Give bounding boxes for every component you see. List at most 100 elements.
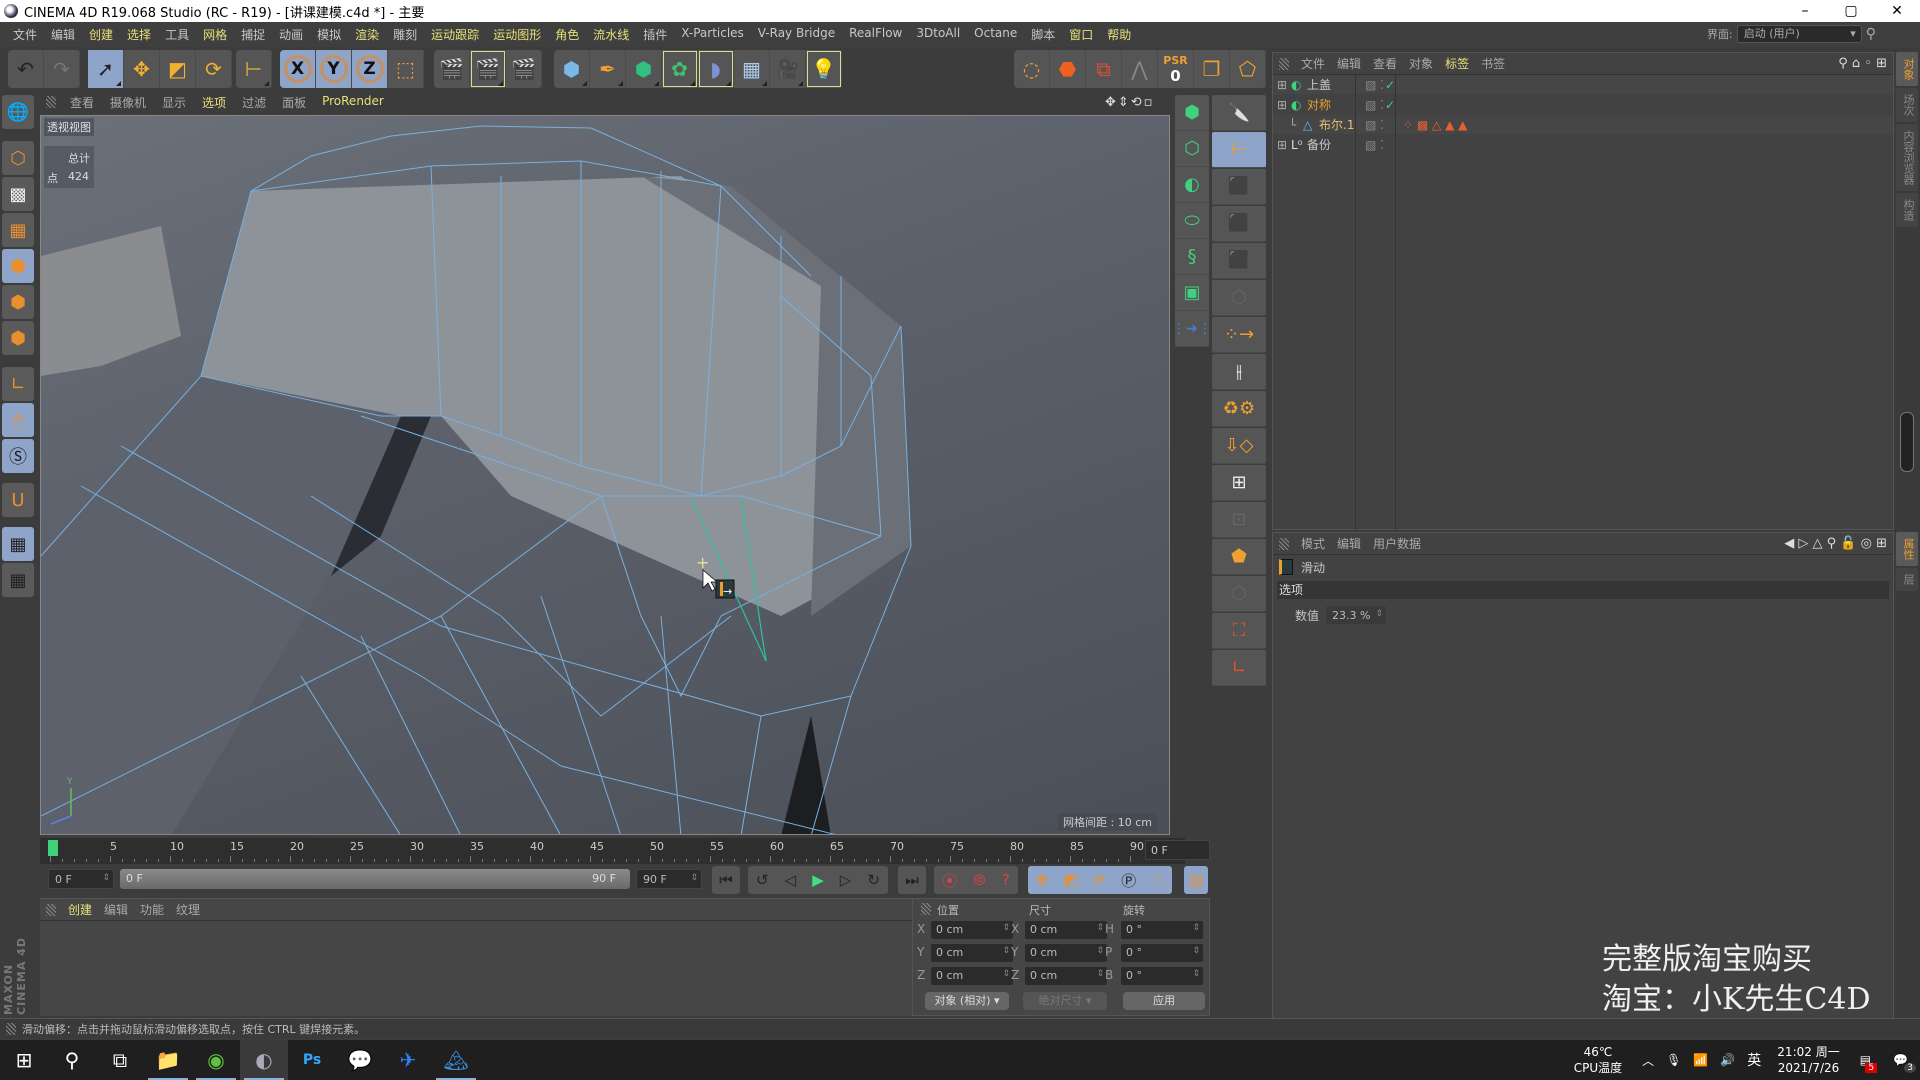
tag-icons[interactable]: ⁘ ▩ △ ▲ ▲ [1403,118,1467,132]
menu-item-19[interactable]: 3DtoAll [909,26,967,43]
search-icon[interactable]: ⚲ [1866,26,1876,42]
render-view-button[interactable]: 🎬 [434,50,470,88]
value-param-field[interactable]: 23.3 % [1325,605,1388,625]
cloner-button[interactable]: ✿ [662,50,698,88]
coord-field-v2[interactable]: 0 cm [1025,967,1107,985]
start-button[interactable]: ⊞ [0,1040,48,1080]
polygons-mode-button[interactable]: ⬢ [2,321,34,355]
cube-object-button[interactable]: ⬢ [554,50,590,88]
dissolve-disabled-button[interactable]: ⬡ [1212,576,1266,612]
microphone-icon[interactable]: 🎙 [1660,1053,1687,1067]
lock-workplane-button[interactable]: ▦ [2,527,34,561]
interface-dropdown[interactable]: 启动 (用户) [1736,25,1862,43]
side-tab-top-0[interactable]: 对象 [1896,52,1918,86]
menu-item-11[interactable]: 运动跟踪 [424,26,486,43]
enabled-check[interactable]: ✓ [1385,98,1395,112]
viewport-nav-icons[interactable]: ✥⇕⟲▫ [1105,95,1155,110]
align-normals-button[interactable]: ⇩◇ [1212,428,1266,464]
menu-item-8[interactable]: 模拟 [310,26,348,43]
menu-item-10[interactable]: 雕刻 [386,26,424,43]
sphere-button[interactable]: ◐ [1175,167,1209,203]
visibility-toggle[interactable]: ▧ ⁚ [1365,138,1384,152]
options-section[interactable]: 选项 [1277,581,1889,599]
texture-mode-button[interactable]: ▩ [2,177,34,211]
menu-item-22[interactable]: 窗口 [1062,26,1100,43]
scale-tool-button[interactable]: ◩ [160,50,196,88]
menu-item-16[interactable]: X-Particles [674,26,751,43]
menu-item-6[interactable]: 捕捉 [234,26,272,43]
expand-icon[interactable]: ⊞ [1277,98,1291,112]
snap-magnet-button[interactable]: U [2,483,34,517]
slide-tool-palette-button[interactable]: ⊢ [1212,132,1266,168]
prev-frame-button[interactable]: ◁ [785,871,797,889]
viewport-menu-item-5[interactable]: 面板 [274,94,314,111]
material-tab-1[interactable]: 编辑 [98,901,134,918]
menu-item-5[interactable]: 网格 [196,26,234,43]
grip-icon[interactable] [1279,57,1289,70]
perspective-viewport[interactable]: + → Y [40,115,1170,835]
browser-icon[interactable]: ◉ [192,1040,240,1080]
keyframe-selection-button[interactable]: ? [1002,871,1010,889]
edges-mode-button[interactable]: ⬢ [2,285,34,319]
record-button[interactable]: ⦿ [942,870,957,891]
select-tool-button[interactable]: ➚ [88,50,124,88]
optimize-button[interactable]: ♻⚙ [1212,391,1266,427]
coord-field-v2[interactable]: 0 cm [1025,921,1107,939]
coord-field-v3[interactable]: 0 ° [1121,967,1203,985]
grip-icon[interactable] [921,903,931,915]
ime-indicator[interactable]: 英 [1741,1050,1767,1070]
object-name[interactable]: 布尔.1 [1319,116,1357,133]
task-view-button[interactable]: ⧉ [96,1040,144,1080]
viewport-name[interactable]: 透视视图 [44,118,94,136]
object-menu-item-1[interactable]: 编辑 [1331,55,1367,72]
extrude-inner-button[interactable]: ⬛ [1212,243,1266,279]
coordinate-mode-dropdown[interactable]: 对象 (相对) ▾ [925,992,1009,1010]
coord-field-v1[interactable]: 0 cm [931,944,1013,962]
coord-field-v2[interactable]: 0 cm [1025,944,1107,962]
viewport-menu-item-1[interactable]: 摄像机 [102,94,154,111]
object-name[interactable]: 对称 [1307,96,1357,113]
object-name[interactable]: 上盖 [1307,76,1357,93]
search-button[interactable]: ⚲ [48,1040,96,1080]
menu-item-0[interactable]: 文件 [6,26,44,43]
viewport-menu-item-3[interactable]: 选项 [194,94,234,111]
current-frame-field[interactable]: 0 F [1145,840,1210,860]
extrude-button[interactable]: ⬛ [1212,206,1266,242]
object-row[interactable]: ⊞ ◐ 上盖 ▧ ⁚ ✓ [1273,75,1893,94]
bevel-disabled-button[interactable]: ⬡ [1212,280,1266,316]
rotate-tool-button[interactable]: ⟳ [196,50,232,88]
feishu-icon[interactable]: ✈ [384,1040,432,1080]
make-editable-button[interactable]: ⬣ [1050,50,1086,88]
object-row[interactable]: ⊞ L⁰ 备份 ▧ ⁚ [1273,135,1893,154]
cpu-temp-widget[interactable]: 46℃ CPU温度 [1560,1044,1636,1076]
tweak-mode-button[interactable]: 🖱 [2,403,34,437]
menu-item-4[interactable]: 工具 [158,26,196,43]
key-rotation-button[interactable]: ⟳ [1093,871,1106,889]
connect-button[interactable]: ⊞ [1212,465,1266,501]
z-axis-button[interactable]: Z [352,50,388,88]
y-axis-button[interactable]: Y [316,50,352,88]
wechat-icon[interactable]: 💬 [336,1040,384,1080]
x-axis-button[interactable]: X [280,50,316,88]
material-tab-2[interactable]: 功能 [134,901,170,918]
move-tool-button[interactable]: ✥ [124,50,160,88]
extrude-box-button[interactable]: ▣ [1175,275,1209,311]
polygon-pen-button[interactable]: ⬠ [1230,50,1266,88]
object-manager-icons[interactable]: ⚲ ⌂ ◦ ⊞ [1838,56,1893,71]
axis-mode-button[interactable]: ∟ [2,367,34,401]
expand-icon[interactable]: ⊞ [1277,138,1291,152]
workplane-tool-button[interactable]: ⛶ [1212,613,1266,649]
start-frame-field[interactable]: 0 F [48,869,114,889]
menu-item-18[interactable]: RealFlow [842,26,909,43]
loop-cut-button[interactable]: ⬛ [1212,169,1266,205]
key-parameter-button[interactable]: Ⓟ [1121,870,1136,891]
visibility-toggle[interactable]: ▧ ⁚ [1365,98,1384,112]
grip-icon[interactable] [1279,537,1289,550]
material-tab-0[interactable]: 创建 [62,901,98,918]
object-row[interactable]: └ △ 布尔.1 ▧ ⁚ ⁘ ▩ △ ▲ ▲ [1273,115,1893,134]
coordinate-system-button[interactable]: ⬚ [388,50,424,88]
solo-button[interactable]: Ⓢ [2,439,34,473]
menu-item-13[interactable]: 角色 [548,26,586,43]
photos-icon[interactable]: 🏔 [432,1040,480,1080]
cinema4d-taskbar-icon[interactable]: ◐ [240,1040,288,1080]
